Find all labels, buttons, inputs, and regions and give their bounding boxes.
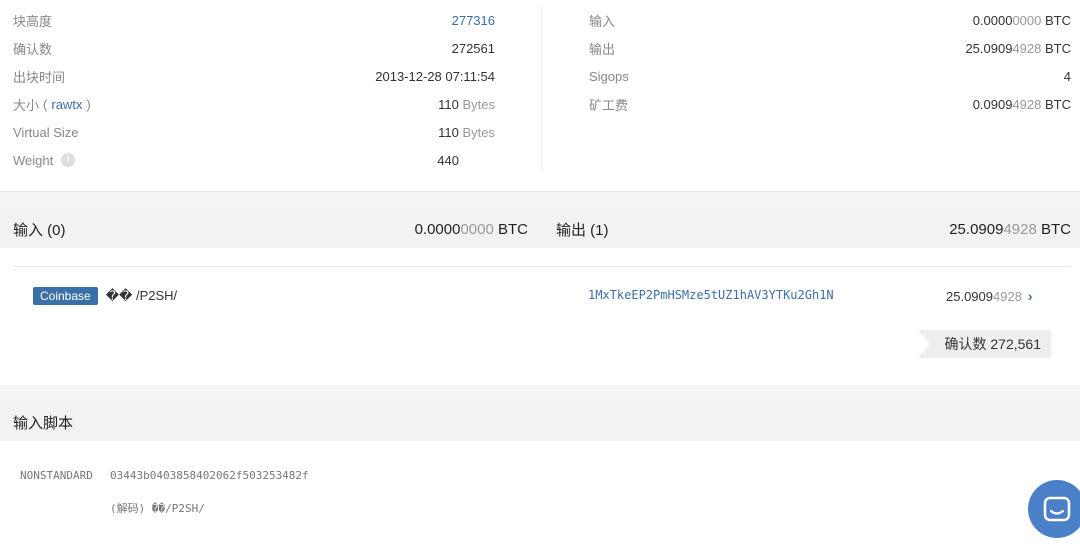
input-total-dim: 0000 [1012, 12, 1042, 28]
script-type: NONSTANDARD [20, 469, 93, 482]
output-amount-main: 25.0909 [946, 288, 993, 304]
inputs-total-dim: 0000 [460, 220, 494, 238]
block-time-row: 出块时间 2013-12-28 07:11:54 [13, 62, 495, 90]
output-total-label: 输出 [589, 41, 616, 57]
coinbase-badge: Coinbase [33, 287, 98, 305]
io-header: 输入 (0) 0.00000000 BTC 输出 (1) 25.09094928… [0, 210, 1080, 248]
input-script-title: 输入脚本 [13, 414, 74, 432]
coinbase-text: �� /P2SH/ [105, 288, 178, 303]
weight-row: Weight i 440 [13, 146, 495, 174]
size-value: 110 Bytes [438, 97, 495, 112]
output-address-link[interactable]: 1MxTkeEP2PmHSMze5tUZ1hAV3YTKu2Gh1N [588, 288, 834, 302]
size-label: 大小 (rawtx) [13, 95, 91, 114]
confirmations-row: 确认数 272561 [13, 34, 495, 62]
input-total-value: 0.00000000 BTC [973, 13, 1071, 28]
block-height-link[interactable]: 277316 [452, 13, 495, 28]
outputs-total-unit: BTC [1041, 220, 1071, 238]
size-paren-open: ( [43, 96, 48, 112]
outputs-header: 输出 (1) 25.09094928 BTC [556, 210, 1071, 248]
summary-right-column: 输入 0.00000000 BTC 输出 25.09094928 BTC Sig… [589, 6, 1071, 118]
input-total-unit: BTC [1045, 12, 1071, 28]
block-height-label: 块高度 [13, 13, 53, 29]
output-total-row: 输出 25.09094928 BTC [589, 34, 1071, 62]
outputs-total-dim: 4928 [1003, 220, 1037, 238]
chat-icon [1043, 496, 1071, 522]
coinbase-input: Coinbase �� /P2SH/ [33, 286, 177, 306]
size-paren-close: ) [86, 96, 91, 112]
size-label-text: 大小 [13, 97, 40, 113]
size-unit: Bytes [462, 96, 495, 112]
virtual-size-label: Virtual Size [13, 124, 79, 140]
outputs-total-main: 25.0909 [949, 220, 1004, 238]
output-total-dim: 4928 [1012, 40, 1042, 56]
weight-value: 440 [437, 152, 459, 168]
block-time-label: 出块时间 [13, 69, 66, 85]
script-decoded: (解码) ��/P2SH/ [110, 502, 205, 515]
output-total-main: 25.0909 [965, 40, 1013, 56]
output-total-value: 25.09094928 BTC [965, 41, 1071, 56]
rawtx-link[interactable]: rawtx [51, 97, 82, 112]
script-hex: 03443b0403858402062f503253482f [110, 469, 309, 482]
fee-main: 0.0909 [972, 96, 1013, 112]
confirmations-label: 确认数 [13, 41, 53, 57]
fee-dim: 4928 [1012, 96, 1042, 112]
fee-row: 矿工费 0.09094928 BTC [589, 90, 1071, 118]
size-row: 大小 (rawtx) 110 Bytes [13, 90, 495, 118]
input-total-label: 输入 [589, 13, 616, 29]
confirmations-value: 272561 [451, 40, 495, 56]
output-amount-dim: 4928 [993, 288, 1022, 304]
virtual-size-row: Virtual Size 110 Bytes [13, 118, 495, 146]
inputs-title: 输入 (0) [13, 221, 66, 239]
fee-unit: BTC [1045, 96, 1071, 112]
output-total-unit: BTC [1045, 40, 1071, 56]
outputs-total: 25.09094928 BTC [949, 221, 1071, 238]
weight-label-text: Weight [13, 152, 54, 168]
weight-label: Weight i [13, 152, 76, 168]
chevron-right-icon[interactable]: › [1028, 288, 1033, 304]
confirmations-tag: 确认数 272,561 [918, 330, 1051, 358]
input-script-body: NONSTANDARD 03443b0403858402062f50325348… [0, 441, 1080, 549]
column-divider [541, 6, 542, 171]
output-amount[interactable]: 25.09094928 › [946, 286, 1071, 306]
inputs-header: 输入 (0) 0.00000000 BTC [13, 210, 528, 248]
input-script-header: 输入脚本 [0, 403, 1080, 441]
sigops-label: Sigops [589, 68, 629, 84]
inputs-total-main: 0.0000 [414, 220, 461, 238]
block-time-value: 2013-12-28 07:11:54 [375, 68, 495, 84]
transaction-summary: 块高度 277316 确认数 272561 出块时间 2013-12-28 07… [0, 0, 1080, 192]
size-number: 110 [438, 96, 459, 112]
virtual-size-unit: Bytes [462, 124, 495, 140]
chat-button[interactable] [1028, 480, 1080, 538]
fee-value: 0.09094928 BTC [973, 97, 1071, 112]
sigops-value: 4 [1063, 68, 1071, 84]
sigops-row: Sigops 4 [589, 62, 1071, 90]
outputs-title: 输出 (1) [556, 221, 609, 239]
input-total-row: 输入 0.00000000 BTC [589, 6, 1071, 34]
virtual-size-number: 110 [438, 124, 459, 140]
input-total-main: 0.0000 [972, 12, 1013, 28]
inputs-total-unit: BTC [498, 220, 528, 238]
io-divider [13, 266, 1071, 267]
output-amount-value: 25.09094928 [946, 289, 1022, 304]
virtual-size-value: 110 Bytes [438, 125, 495, 140]
io-body: Coinbase �� /P2SH/ 1MxTkeEP2PmHSMze5tUZ1… [0, 248, 1080, 385]
block-height-row: 块高度 277316 [13, 6, 495, 34]
info-icon[interactable]: i [61, 153, 76, 167]
fee-label: 矿工费 [589, 97, 629, 113]
inputs-total: 0.00000000 BTC [415, 221, 528, 238]
summary-left-column: 块高度 277316 确认数 272561 出块时间 2013-12-28 07… [13, 6, 495, 174]
